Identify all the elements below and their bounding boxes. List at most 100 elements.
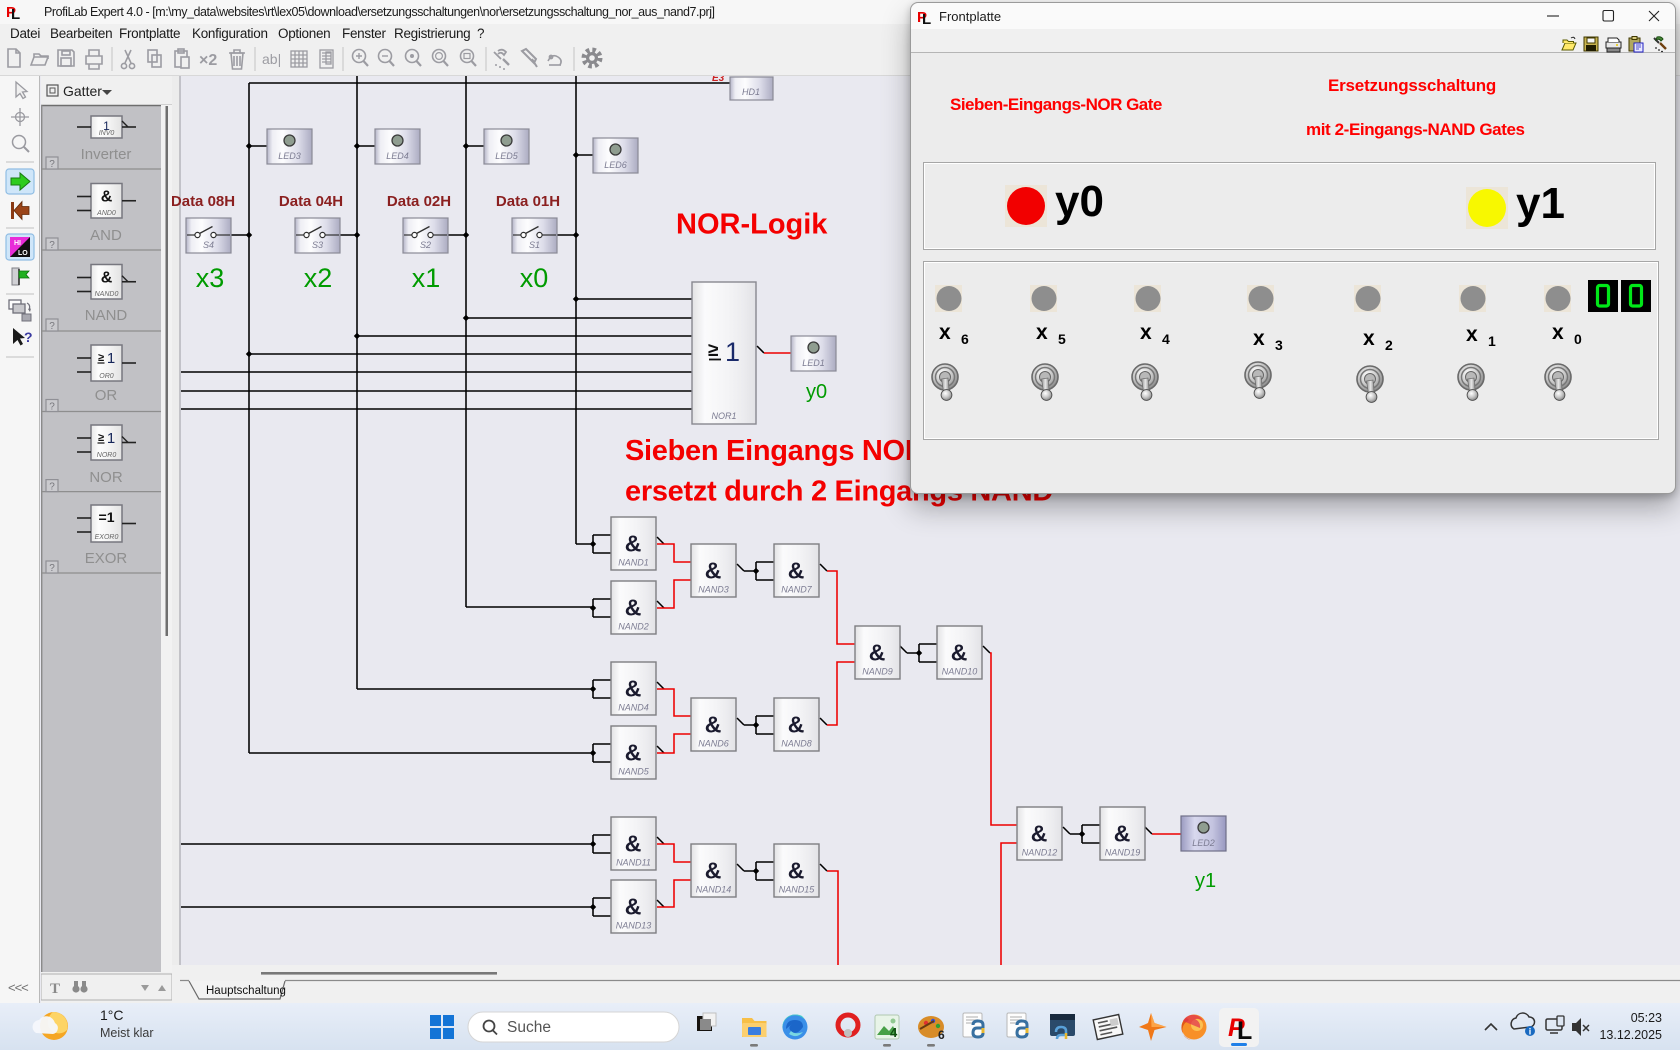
svg-text:1: 1 (107, 430, 115, 447)
svg-text:AND0: AND0 (96, 210, 116, 217)
svg-text:Inverter: Inverter (81, 146, 132, 163)
svg-text:EXOR: EXOR (85, 550, 128, 567)
svg-text:?: ? (49, 482, 55, 493)
svg-text:LED4: LED4 (386, 151, 409, 161)
svg-text:NAND7: NAND7 (781, 585, 813, 595)
svg-text:NAND12: NAND12 (1022, 848, 1058, 858)
svg-text:Suche: Suche (507, 1019, 551, 1036)
svg-text:4: 4 (1162, 331, 1170, 347)
svg-text:1: 1 (107, 350, 115, 367)
svg-text:NAND2: NAND2 (618, 622, 649, 632)
svg-text:?: ? (49, 240, 55, 251)
svg-text:1°C: 1°C (100, 1007, 124, 1023)
svg-text:OR: OR (95, 387, 118, 404)
svg-text:i: i (1529, 1027, 1532, 1037)
svg-text:NOR: NOR (89, 469, 123, 486)
svg-text:x: x (1552, 321, 1564, 344)
svg-text:4: 4 (890, 1025, 898, 1040)
svg-text:×2: ×2 (199, 52, 217, 69)
svg-text:=1: =1 (99, 509, 115, 525)
svg-text:NAND3: NAND3 (698, 585, 729, 595)
svg-text:<<<: <<< (8, 980, 28, 995)
svg-text:S3: S3 (312, 240, 323, 250)
svg-text:Data 04H: Data 04H (279, 193, 343, 210)
svg-text:Hauptschaltung: Hauptschaltung (206, 985, 286, 997)
svg-text:LED1: LED1 (802, 358, 825, 368)
svg-text:LED2: LED2 (1192, 838, 1215, 848)
svg-text:05:23: 05:23 (1631, 1011, 1662, 1025)
svg-text:≥: ≥ (98, 352, 104, 364)
svg-text:x: x (1363, 327, 1375, 350)
svg-text:S1: S1 (529, 240, 540, 250)
svg-text:?: ? (49, 563, 55, 574)
svg-text:&: & (101, 189, 113, 206)
svg-text:NOR1: NOR1 (711, 411, 736, 421)
svg-text:x: x (1253, 327, 1265, 350)
svg-text:x: x (1140, 321, 1152, 344)
svg-text:NAND9: NAND9 (862, 667, 893, 677)
svg-text:INV0: INV0 (99, 130, 115, 137)
svg-text:AND: AND (90, 227, 122, 244)
svg-text:x: x (939, 321, 951, 344)
svg-text:Data 08H: Data 08H (172, 193, 235, 210)
svg-text:1: 1 (725, 337, 740, 367)
svg-text:NAND19: NAND19 (1105, 848, 1141, 858)
svg-text:NAND10: NAND10 (942, 667, 978, 677)
svg-text:LED6: LED6 (604, 160, 627, 170)
svg-text:NAND14: NAND14 (696, 885, 732, 895)
svg-text:NAND8: NAND8 (781, 739, 812, 749)
svg-text:S4: S4 (203, 240, 214, 250)
svg-text:x2: x2 (304, 263, 333, 293)
svg-text:x0: x0 (520, 263, 549, 293)
svg-text:?: ? (49, 402, 55, 413)
svg-text:NAND4: NAND4 (618, 703, 649, 713)
svg-text:y1: y1 (1195, 870, 1216, 892)
svg-text:?: ? (49, 321, 55, 332)
svg-text:&: & (101, 270, 113, 287)
svg-text:?: ? (24, 329, 33, 345)
svg-text:NAND5: NAND5 (618, 767, 650, 777)
svg-text:x: x (1466, 323, 1478, 346)
svg-text:NOR0: NOR0 (97, 452, 117, 459)
svg-text:6: 6 (938, 1028, 945, 1042)
svg-text:NOR-Logik: NOR-Logik (676, 209, 828, 241)
svg-text:NAND6: NAND6 (698, 739, 729, 749)
svg-text:L: L (1237, 1017, 1252, 1045)
svg-text:LED5: LED5 (495, 151, 519, 161)
svg-text:Data 01H: Data 01H (496, 193, 560, 210)
svg-text:Gatter: Gatter (63, 83, 102, 99)
svg-text:13.12.2025: 13.12.2025 (1599, 1028, 1662, 1042)
svg-text:EXOR0: EXOR0 (95, 534, 119, 541)
svg-text:NAND11: NAND11 (616, 858, 651, 868)
svg-text:3: 3 (1275, 337, 1283, 353)
svg-text:5: 5 (1058, 331, 1066, 347)
svg-text:NAND13: NAND13 (616, 921, 652, 931)
svg-text:y0: y0 (806, 381, 827, 403)
svg-text:S2: S2 (420, 240, 431, 250)
svg-text:≥: ≥ (98, 432, 104, 444)
svg-text:NAND: NAND (85, 307, 128, 324)
svg-text:x3: x3 (196, 263, 225, 293)
svg-text:T: T (50, 981, 60, 997)
svg-text:2: 2 (1385, 337, 1393, 353)
svg-text:6: 6 (961, 331, 969, 347)
svg-text:LED3: LED3 (278, 151, 301, 161)
svg-text:HI: HI (14, 240, 21, 247)
svg-text:L: L (11, 6, 20, 20)
svg-text:Meist klar: Meist klar (100, 1026, 153, 1040)
svg-text:1: 1 (1488, 333, 1496, 349)
svg-text:NAND1: NAND1 (618, 558, 649, 568)
svg-text:x1: x1 (412, 263, 441, 293)
svg-text:E3: E3 (712, 76, 725, 84)
svg-text:0: 0 (1574, 331, 1582, 347)
svg-text:HD1: HD1 (742, 87, 760, 97)
svg-text:LO: LO (18, 250, 28, 257)
svg-text:≥: ≥ (708, 340, 718, 361)
svg-text:x: x (1036, 321, 1048, 344)
svg-text:?: ? (49, 159, 55, 170)
svg-text:Data 02H: Data 02H (387, 193, 451, 210)
svg-text:OR0: OR0 (99, 373, 114, 380)
svg-text:ab|: ab| (262, 51, 281, 67)
svg-text:NAND0: NAND0 (95, 291, 119, 298)
svg-text:NAND15: NAND15 (779, 885, 816, 895)
